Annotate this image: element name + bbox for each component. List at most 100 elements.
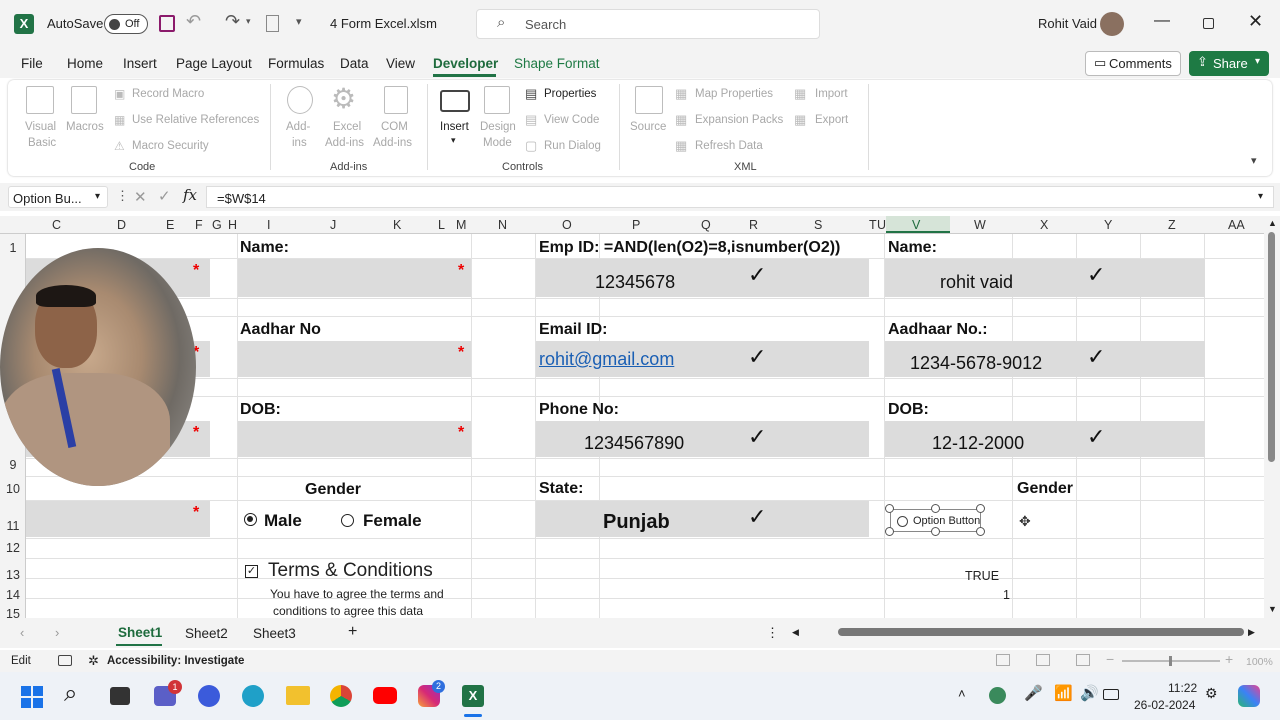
zoom-slider[interactable] — [1122, 656, 1220, 666]
file-explorer-icon[interactable] — [286, 686, 310, 705]
minimize-icon[interactable]: — — [1154, 12, 1170, 30]
windows-start-icon[interactable] — [21, 686, 43, 708]
prev-sheet-icon[interactable]: ‹ — [20, 625, 24, 640]
cancel-icon[interactable]: ✕ — [134, 188, 147, 206]
design-mode-label-1[interactable]: Design — [480, 121, 516, 133]
menu-shape-format[interactable]: Shape Format — [514, 56, 600, 71]
edge-icon[interactable] — [242, 685, 264, 707]
page-break-view-icon[interactable] — [1076, 654, 1090, 666]
col-header[interactable]: R — [749, 218, 758, 232]
xml-source-button[interactable]: Source — [630, 121, 666, 133]
col-header[interactable]: N — [498, 218, 507, 232]
avatar[interactable] — [1100, 12, 1124, 36]
sheet-tab-2[interactable]: Sheet2 — [185, 626, 228, 641]
excel-addins-label-1[interactable]: Excel — [333, 121, 361, 133]
macro-security-button[interactable]: Macro Security — [132, 140, 209, 152]
addins-label-2[interactable]: ins — [292, 137, 307, 149]
add-sheet-icon[interactable]: + — [348, 623, 357, 641]
col-header[interactable]: D — [117, 218, 126, 232]
print-preview-icon[interactable] — [266, 15, 279, 32]
next-sheet-icon[interactable]: › — [55, 625, 59, 640]
scroll-down-icon[interactable]: ▼ — [1268, 604, 1277, 614]
expansion-packs-button[interactable]: Expansion Packs — [695, 114, 783, 126]
sheet-tab-3[interactable]: Sheet3 — [253, 626, 296, 641]
zoom-in-icon[interactable]: + — [1225, 651, 1233, 667]
accessibility-status[interactable]: Accessibility: Investigate — [107, 655, 244, 667]
col-header[interactable]: W — [974, 218, 986, 232]
com-addins-label-2[interactable]: Add-ins — [373, 137, 412, 149]
right-name-field[interactable] — [885, 259, 1205, 297]
resize-handle[interactable] — [976, 504, 985, 513]
left-name-field[interactable] — [238, 259, 471, 297]
col-header[interactable]: Z — [1168, 218, 1176, 232]
menu-formulas[interactable]: Formulas — [268, 56, 324, 71]
col-header[interactable]: X — [1040, 218, 1048, 232]
map-properties-button[interactable]: Map Properties — [695, 88, 773, 100]
row-header[interactable]: 15 — [0, 607, 26, 618]
col-header[interactable]: V — [912, 218, 920, 232]
col-header[interactable]: L — [438, 218, 445, 232]
col-header[interactable]: T — [869, 218, 877, 232]
col-header[interactable]: K — [393, 218, 401, 232]
col-header[interactable]: P — [632, 218, 640, 232]
network-globe-icon[interactable] — [989, 687, 1006, 704]
task-view-icon[interactable] — [110, 687, 130, 705]
horizontal-scrollbar[interactable] — [806, 626, 1244, 638]
col-header[interactable]: Y — [1104, 218, 1112, 232]
clock-time[interactable]: 11:22 — [1168, 681, 1197, 695]
copilot-icon[interactable] — [198, 685, 220, 707]
macro-record-icon[interactable] — [58, 655, 72, 666]
refresh-data-button[interactable]: Refresh Data — [695, 140, 763, 152]
zoom-out-icon[interactable]: − — [1106, 651, 1114, 667]
scroll-right-icon[interactable]: ▶ — [1248, 627, 1255, 638]
terms-checkbox[interactable]: ✓ — [245, 565, 258, 578]
menu-file[interactable]: File — [21, 56, 43, 71]
col-header[interactable]: AA — [1228, 218, 1245, 232]
col-header[interactable]: J — [330, 218, 336, 232]
sheet-tab-1[interactable]: Sheet1 — [118, 625, 162, 640]
excel-taskbar-icon[interactable]: X — [462, 685, 484, 707]
addins-label-1[interactable]: Add- — [286, 121, 310, 133]
menu-view[interactable]: View — [386, 56, 415, 71]
relative-references-button[interactable]: Use Relative References — [132, 114, 259, 126]
resize-handle[interactable] — [885, 527, 894, 536]
import-button[interactable]: Import — [815, 88, 848, 100]
share-button[interactable]: ⇪ Share ▾ — [1189, 51, 1269, 76]
row-header[interactable]: 1 — [0, 241, 26, 255]
run-dialog-button[interactable]: Run Dialog — [544, 140, 601, 152]
taskbar-search-icon[interactable]: ⌕ — [64, 680, 77, 708]
tabs-more-icon[interactable]: ⋮ — [766, 625, 779, 641]
more-icon[interactable]: ⋮ — [116, 188, 129, 204]
col-header[interactable]: H — [228, 218, 237, 232]
state-field[interactable] — [536, 501, 869, 537]
chevron-down-icon[interactable]: ▾ — [246, 16, 251, 27]
record-macro-button[interactable]: Record Macro — [132, 88, 204, 100]
row-header[interactable]: 11 — [0, 519, 26, 533]
resize-handle[interactable] — [931, 504, 940, 513]
zoom-level[interactable]: 100% — [1246, 656, 1273, 668]
enter-icon[interactable]: ✓ — [158, 187, 171, 205]
user-name[interactable]: Rohit Vaid — [1038, 16, 1097, 31]
female-radio[interactable] — [341, 514, 354, 527]
close-icon[interactable]: ✕ — [1248, 11, 1263, 32]
normal-view-icon[interactable] — [996, 654, 1010, 666]
copilot-tray-icon[interactable] — [1238, 685, 1260, 707]
view-code-button[interactable]: View Code — [544, 114, 599, 126]
zoom-slider-thumb[interactable] — [1169, 656, 1172, 666]
emp-id-field[interactable] — [536, 259, 869, 297]
col-header[interactable]: Q — [701, 218, 711, 232]
page-layout-view-icon[interactable] — [1036, 654, 1050, 666]
col-header[interactable]: E — [166, 218, 174, 232]
col-header[interactable]: F — [195, 218, 203, 232]
save-icon[interactable] — [159, 15, 175, 32]
row-header[interactable]: 12 — [0, 541, 26, 555]
search-input[interactable]: ⌕ Search — [476, 9, 820, 39]
left-hidden-field[interactable] — [26, 501, 210, 537]
chrome-icon[interactable] — [330, 685, 352, 707]
left-dob-field[interactable] — [238, 421, 471, 457]
col-header[interactable]: M — [456, 218, 466, 232]
formula-input-box[interactable]: =$W$14 ▾ — [206, 186, 1274, 208]
true-value-cell[interactable]: TRUE — [965, 569, 999, 583]
resize-handle[interactable] — [931, 527, 940, 536]
col-header[interactable]: S — [814, 218, 822, 232]
